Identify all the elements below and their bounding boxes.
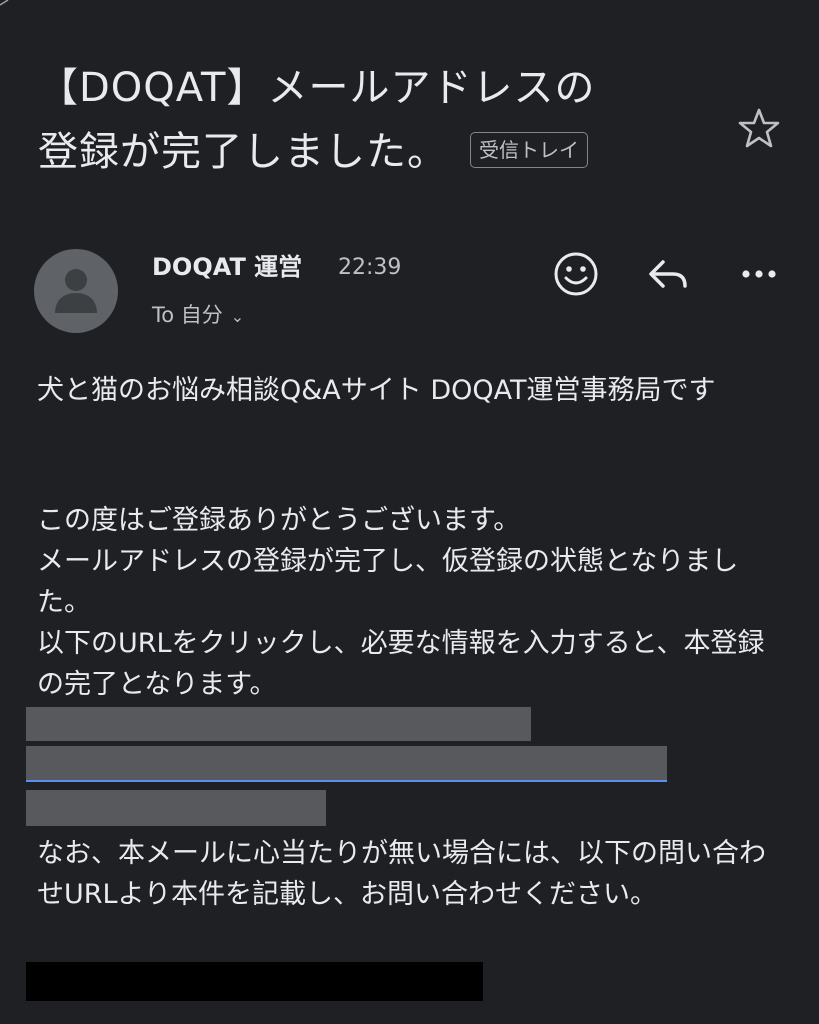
- body-line: この度はご登録ありがとうございます。: [37, 505, 521, 536]
- subject-line-2: 登録が完了しました。: [38, 129, 448, 175]
- star-icon[interactable]: [737, 106, 781, 150]
- redacted-link-line-1[interactable]: [26, 707, 531, 741]
- email-body: この度はご登録ありがとうございます。 メールアドレスの登録が完了し、仮登録の状態…: [37, 500, 777, 705]
- emoji-icon[interactable]: [550, 248, 602, 300]
- recipient-label: To 自分: [152, 303, 223, 327]
- sender-name[interactable]: DOQAT 運営: [152, 250, 302, 284]
- recipient-toggle[interactable]: To 自分 ⌄: [152, 299, 244, 333]
- redacted-link-line-2[interactable]: [26, 746, 667, 782]
- email-outro: なお、本メールに心当たりが無い場合には、以下の問い合わせURLより本件を記載し、…: [37, 838, 766, 910]
- top-edge-mark: [0, 0, 9, 6]
- sender-avatar[interactable]: [34, 249, 118, 333]
- body-line: 以下のURLをクリックし、必要な情報を入力すると、本登録の完了となります。: [37, 628, 765, 700]
- redacted-contact-url[interactable]: [26, 962, 483, 1001]
- email-view: 【DOQAT】メールアドレスの 登録が完了しました。 受信トレイ DOQAT 運営…: [0, 0, 819, 1024]
- email-time: 22:39: [338, 255, 402, 280]
- reply-icon[interactable]: [641, 248, 693, 300]
- subject-line-1: 【DOQAT】メールアドレスの: [38, 65, 596, 111]
- redacted-link-line-3[interactable]: [26, 790, 326, 826]
- body-line: メールアドレスの登録が完了し、仮登録の状態となりました。: [37, 546, 739, 618]
- more-icon[interactable]: [733, 248, 785, 300]
- inbox-label-chip[interactable]: 受信トレイ: [470, 132, 588, 168]
- email-subject: 【DOQAT】メールアドレスの 登録が完了しました。 受信トレイ: [38, 56, 728, 184]
- email-intro: 犬と猫のお悩み相談Q&Aサイト DOQAT運営事務局です: [37, 375, 716, 406]
- chevron-down-icon: ⌄: [230, 307, 245, 326]
